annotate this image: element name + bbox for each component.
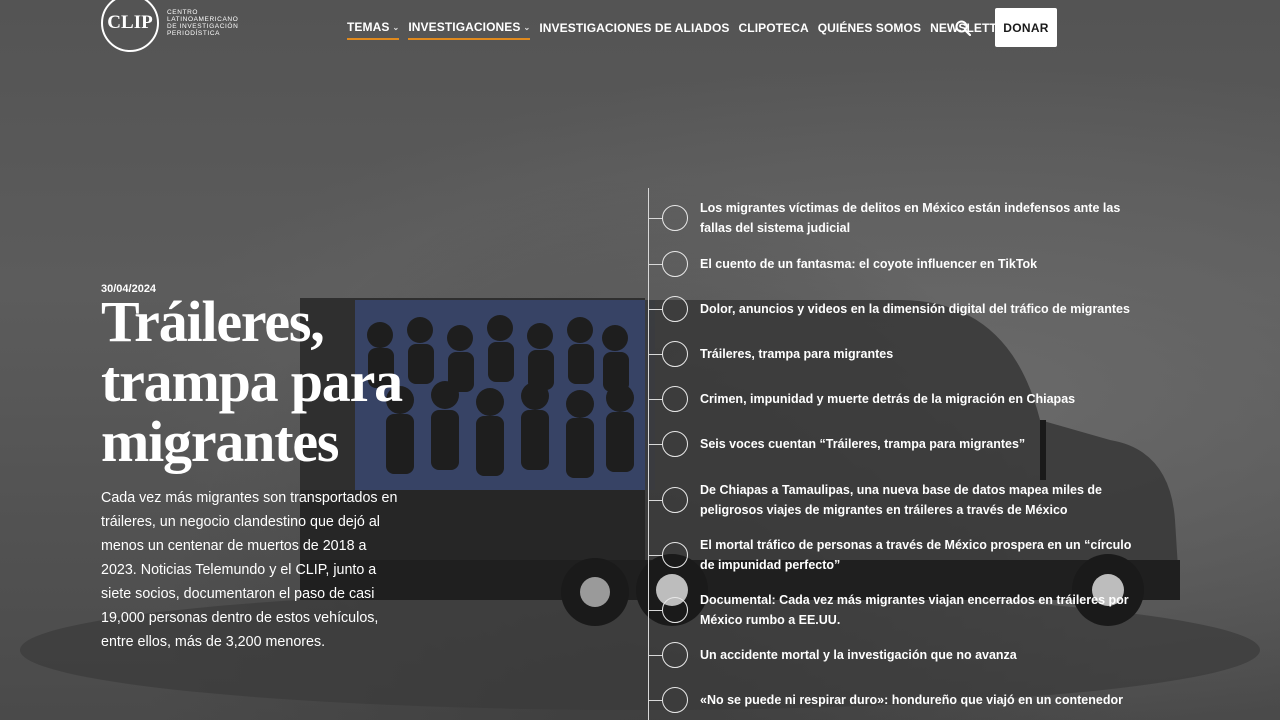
timeline-item-label: Crimen, impunidad y muerte detrás de la …: [700, 392, 1076, 406]
logo-mark: CLIP: [101, 0, 159, 52]
timeline-circle-icon: [662, 386, 688, 412]
timeline-item[interactable]: Documental: Cada vez más migrantes viaja…: [648, 590, 1140, 630]
timeline-circle-icon: [662, 642, 688, 668]
timeline-circle-icon: [662, 251, 688, 277]
timeline-item-label: Los migrantes víctimas de delitos en Méx…: [700, 201, 1121, 235]
timeline-item-label: Seis voces cuentan “Tráileres, trampa pa…: [700, 437, 1026, 451]
timeline-tick: [648, 699, 662, 701]
site-header: CLIP Centro Latinoamericano de Investiga…: [0, 0, 1280, 58]
timeline-item[interactable]: Un accidente mortal y la investigación q…: [648, 642, 1140, 668]
timeline-tick: [648, 554, 662, 556]
nav-item-label: TEMAS: [347, 20, 390, 34]
timeline-circle-icon: [662, 341, 688, 367]
timeline-item[interactable]: El mortal tráfico de personas a través d…: [648, 535, 1140, 575]
timeline-circle-icon: [662, 597, 688, 623]
timeline-tick: [648, 263, 662, 265]
timeline-circle-icon: [662, 296, 688, 322]
timeline-item-label: Un accidente mortal y la investigación q…: [700, 648, 1017, 662]
timeline-item-label: El mortal tráfico de personas a través d…: [700, 538, 1132, 572]
timeline-item-label: Tráileres, trampa para migrantes: [700, 347, 894, 361]
nav-item-quienes-somos[interactable]: QUIÉNES SOMOS: [818, 20, 921, 40]
site-logo[interactable]: CLIP Centro Latinoamericano de Investiga…: [101, 0, 247, 52]
nav-item-investigaciones[interactable]: INVESTIGACIONES ⌄: [408, 20, 531, 40]
timeline-item-label: De Chiapas a Tamaulipas, una nueva base …: [700, 483, 1103, 517]
timeline-tick: [648, 217, 662, 219]
timeline-tick: [648, 443, 662, 445]
nav-item-investigaciones-de-aliados[interactable]: INVESTIGACIONES DE ALIADOS: [539, 20, 729, 40]
timeline-item[interactable]: Tráileres, trampa para migrantes: [648, 341, 1140, 367]
timeline-tick: [648, 499, 662, 501]
donate-button[interactable]: DONAR: [995, 8, 1057, 47]
timeline-tick: [648, 353, 662, 355]
timeline-tick: [648, 609, 662, 611]
logo-text: Centro Latinoamericano de Investigación …: [167, 9, 239, 37]
timeline-item[interactable]: «No se puede ni respirar duro»: hondureñ…: [648, 687, 1140, 713]
article-lede: Cada vez más migrantes son transportados…: [101, 490, 398, 650]
timeline-item[interactable]: De Chiapas a Tamaulipas, una nueva base …: [648, 480, 1140, 520]
timeline-tick: [648, 308, 662, 310]
chevron-down-icon: ⌄: [392, 22, 400, 32]
timeline-circle-icon: [662, 431, 688, 457]
timeline-circle-icon: [662, 542, 688, 568]
timeline-circle-icon: [662, 205, 688, 231]
timeline-circle-icon: [662, 687, 688, 713]
timeline-tick: [648, 654, 662, 656]
timeline-item[interactable]: Seis voces cuentan “Tráileres, trampa pa…: [648, 431, 1140, 457]
nav-item-clipoteca[interactable]: CLIPOTECA: [739, 20, 809, 40]
timeline-circle-icon: [662, 487, 688, 513]
nav-item-temas[interactable]: TEMAS ⌄: [347, 20, 400, 40]
timeline-item[interactable]: Crimen, impunidad y muerte detrás de la …: [648, 386, 1140, 412]
timeline-tick: [648, 398, 662, 400]
timeline-item-label: «No se puede ni respirar duro»: hondureñ…: [700, 693, 1123, 707]
nav-item-label: INVESTIGACIONES DE ALIADOS: [539, 21, 730, 35]
page: CLIP Centro Latinoamericano de Investiga…: [0, 0, 1280, 720]
timeline-item[interactable]: El cuento de un fantasma: el coyote infl…: [648, 251, 1140, 277]
page-title: Tráileres, trampa para migrantes: [101, 289, 403, 474]
timeline-item[interactable]: Los migrantes víctimas de delitos en Méx…: [648, 198, 1140, 238]
search-icon[interactable]: [955, 20, 971, 36]
main-nav: TEMAS ⌄ INVESTIGACIONES ⌄ INVESTIGACIONE…: [347, 20, 1022, 40]
chevron-down-icon: ⌄: [523, 22, 531, 32]
nav-item-label: QUIÉNES SOMOS: [817, 21, 922, 35]
timeline-item-label: El cuento de un fantasma: el coyote infl…: [700, 257, 1038, 271]
timeline-item-label: Dolor, anuncios y videos en la dimensión…: [700, 302, 1130, 316]
timeline-item-label: Documental: Cada vez más migrantes viaja…: [700, 593, 1129, 627]
timeline-item[interactable]: Dolor, anuncios y videos en la dimensión…: [648, 296, 1140, 322]
nav-item-label: INVESTIGACIONES: [408, 20, 521, 34]
nav-item-label: CLIPOTECA: [738, 21, 809, 35]
